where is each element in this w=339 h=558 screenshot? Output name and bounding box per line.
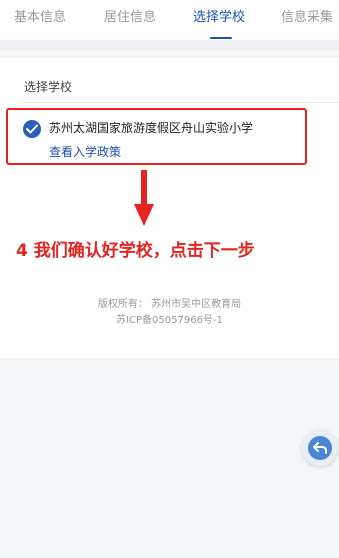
tab-bar: 基本信息 居住信息 选择学校 信息采集 [0,0,339,40]
tab-basic-info[interactable]: 基本信息 [14,9,66,27]
footer-copyright: 版权所有： 苏州市吴中区教育局 [97,299,242,310]
down-arrow-icon [134,170,154,226]
admission-policy-link[interactable]: 查看入学政策 [49,143,121,160]
school-name: 苏州太湖国家旅游度假区舟山实验小学 [49,121,254,135]
annotation-text: 4 我们确认好学校，点击下一步 [16,241,255,261]
back-arrow-icon [308,436,332,460]
back-button[interactable] [302,430,338,466]
footer-icp: 苏ICP备05057966号-1 [116,315,223,326]
section-gap [0,40,339,50]
tab-residence-info[interactable]: 居住信息 [104,9,156,27]
tab-info-collection[interactable]: 信息采集 [281,9,333,27]
tab-select-school[interactable]: 选择学校 [193,9,245,27]
school-option[interactable]: 苏州太湖国家旅游度假区舟山实验小学 查看入学政策 [6,108,307,165]
section-title: 选择学校 [24,80,73,94]
check-icon[interactable] [23,120,41,138]
divider [20,102,339,103]
active-tab-indicator [210,37,232,39]
